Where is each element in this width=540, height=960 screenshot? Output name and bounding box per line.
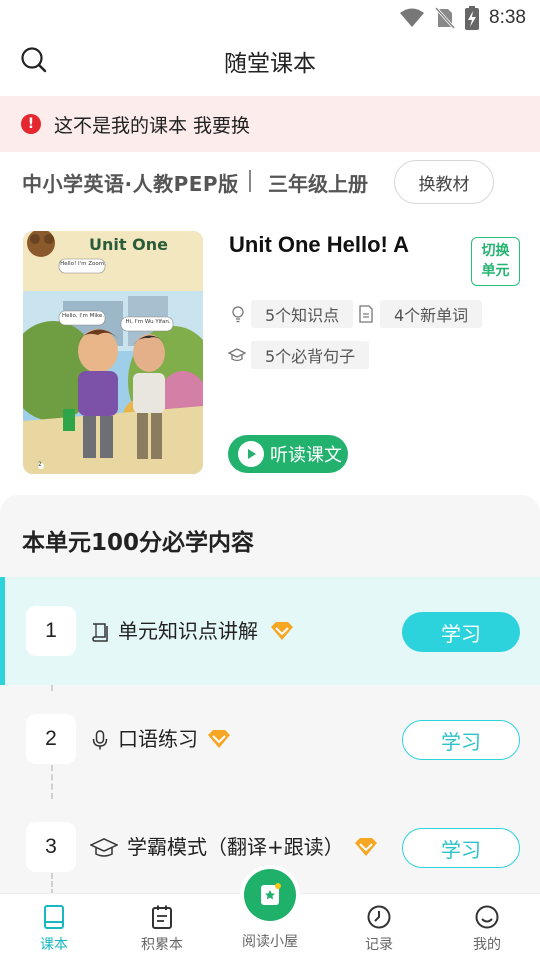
nav-item-profile[interactable]: 我的 — [447, 900, 527, 954]
microphone-icon — [92, 730, 108, 750]
lightbulb-icon — [232, 306, 244, 323]
listen-text-button[interactable]: 听读课文 — [228, 435, 348, 473]
cover-illustration — [23, 231, 203, 474]
wifi-icon — [400, 8, 425, 27]
list-item-unit-knowledge[interactable]: 1 单元知识点讲解 学习 — [0, 577, 540, 685]
nav-item-reading-house[interactable]: 阅读小屋 — [232, 865, 308, 960]
unit-cover-image[interactable]: Unit One Hello! I'm Zoom. Hello, I'm Mik… — [23, 231, 203, 474]
switch-unit-button[interactable]: 切换 单元 — [471, 237, 520, 286]
exclamation-icon: ! — [21, 114, 41, 134]
nav-label: 积累本 — [141, 937, 183, 953]
reading-house-button[interactable] — [240, 865, 300, 925]
alert-text: 这不是我的课本 我要换 — [54, 114, 251, 137]
textbook-name: 中小学英语·人教PEP版 — [22, 172, 239, 196]
change-textbook-button[interactable]: 换教材 — [394, 160, 494, 204]
nav-item-records[interactable]: 记录 — [339, 900, 419, 954]
textbook-info: 中小学英语·人教PEP版 三年级上册 换教材 — [0, 160, 540, 206]
cover-title: Unit One — [89, 235, 168, 254]
nav-label: 阅读小屋 — [242, 934, 298, 950]
cover-bubble-mike: Hello, I'm Mike. — [61, 313, 105, 319]
profile-smile-icon — [475, 905, 499, 929]
step-number: 2 — [26, 714, 76, 764]
textbook-grade: 三年级上册 — [268, 172, 368, 196]
cover-bubble-wu-yifan: Hi, I'm Wu Yifan. — [125, 319, 171, 325]
battery-charging-icon — [465, 6, 480, 30]
step-number: 3 — [26, 822, 76, 872]
item-label: 口语练习 — [118, 727, 198, 751]
new-words-tag: 4个新单词 — [380, 300, 483, 328]
wrong-book-alert[interactable]: ! 这不是我的课本 我要换 — [0, 96, 540, 152]
switch-unit-label-1: 切换 — [481, 243, 510, 259]
status-time: 8:38 — [489, 7, 526, 28]
vip-diamond-icon — [355, 838, 377, 856]
item-label: 单元知识点讲解 — [118, 619, 258, 643]
vocabulary-icon — [359, 305, 373, 323]
nav-label: 我的 — [473, 937, 501, 953]
key-sentences-tag: 5个必背句子 — [251, 341, 370, 369]
graduation-cap-icon — [228, 348, 246, 362]
app-screen: 8:38 随堂课本 ! 这不是我的课本 我要换 中小学英语·人教PEP版 三年级… — [0, 0, 540, 960]
no-sim-icon — [435, 7, 456, 29]
record-clock-icon — [367, 905, 391, 929]
nav-label: 记录 — [365, 937, 393, 953]
cover-page-number: 2 — [38, 461, 42, 468]
list-item-speaking-practice[interactable]: 2 口语练习 学习 — [0, 685, 540, 793]
nav-item-textbook[interactable]: 课本 — [14, 900, 94, 954]
study-button[interactable]: 学习 — [402, 720, 520, 760]
play-icon — [238, 441, 264, 467]
reading-house-icon — [244, 869, 296, 921]
vip-diamond-icon — [208, 730, 230, 748]
step-number: 1 — [26, 606, 76, 656]
app-header: 随堂课本 — [0, 36, 540, 96]
listen-text-label: 听读课文 — [270, 445, 342, 466]
status-icons: 8:38 — [399, 6, 526, 30]
required-content-section: 本单元100分必学内容 1 单元知识点讲解 学习 2 口语练习 学习 3 学霸模… — [0, 495, 540, 895]
study-button[interactable]: 学习 — [402, 612, 520, 652]
nav-item-notebook[interactable]: 积累本 — [122, 900, 202, 954]
status-bar: 8:38 — [0, 0, 540, 36]
textbook-icon — [44, 905, 64, 929]
divider — [249, 170, 251, 192]
study-button[interactable]: 学习 — [402, 828, 520, 868]
nav-label: 课本 — [40, 937, 68, 953]
switch-unit-label-2: 单元 — [481, 263, 510, 279]
vip-diamond-icon — [271, 622, 293, 640]
notebook-icon — [152, 905, 172, 929]
unit-title: Unit One Hello! A — [229, 232, 410, 257]
knowledge-points-tag: 5个知识点 — [251, 300, 354, 328]
item-label: 学霸模式（翻译+跟读） — [127, 835, 344, 859]
section-title: 本单元100分必学内容 — [22, 530, 255, 556]
cover-bubble-zoom: Hello! I'm Zoom. — [60, 261, 106, 267]
graduation-cap-icon — [90, 838, 118, 857]
book-icon — [92, 623, 108, 642]
page-title: 随堂课本 — [224, 51, 316, 77]
